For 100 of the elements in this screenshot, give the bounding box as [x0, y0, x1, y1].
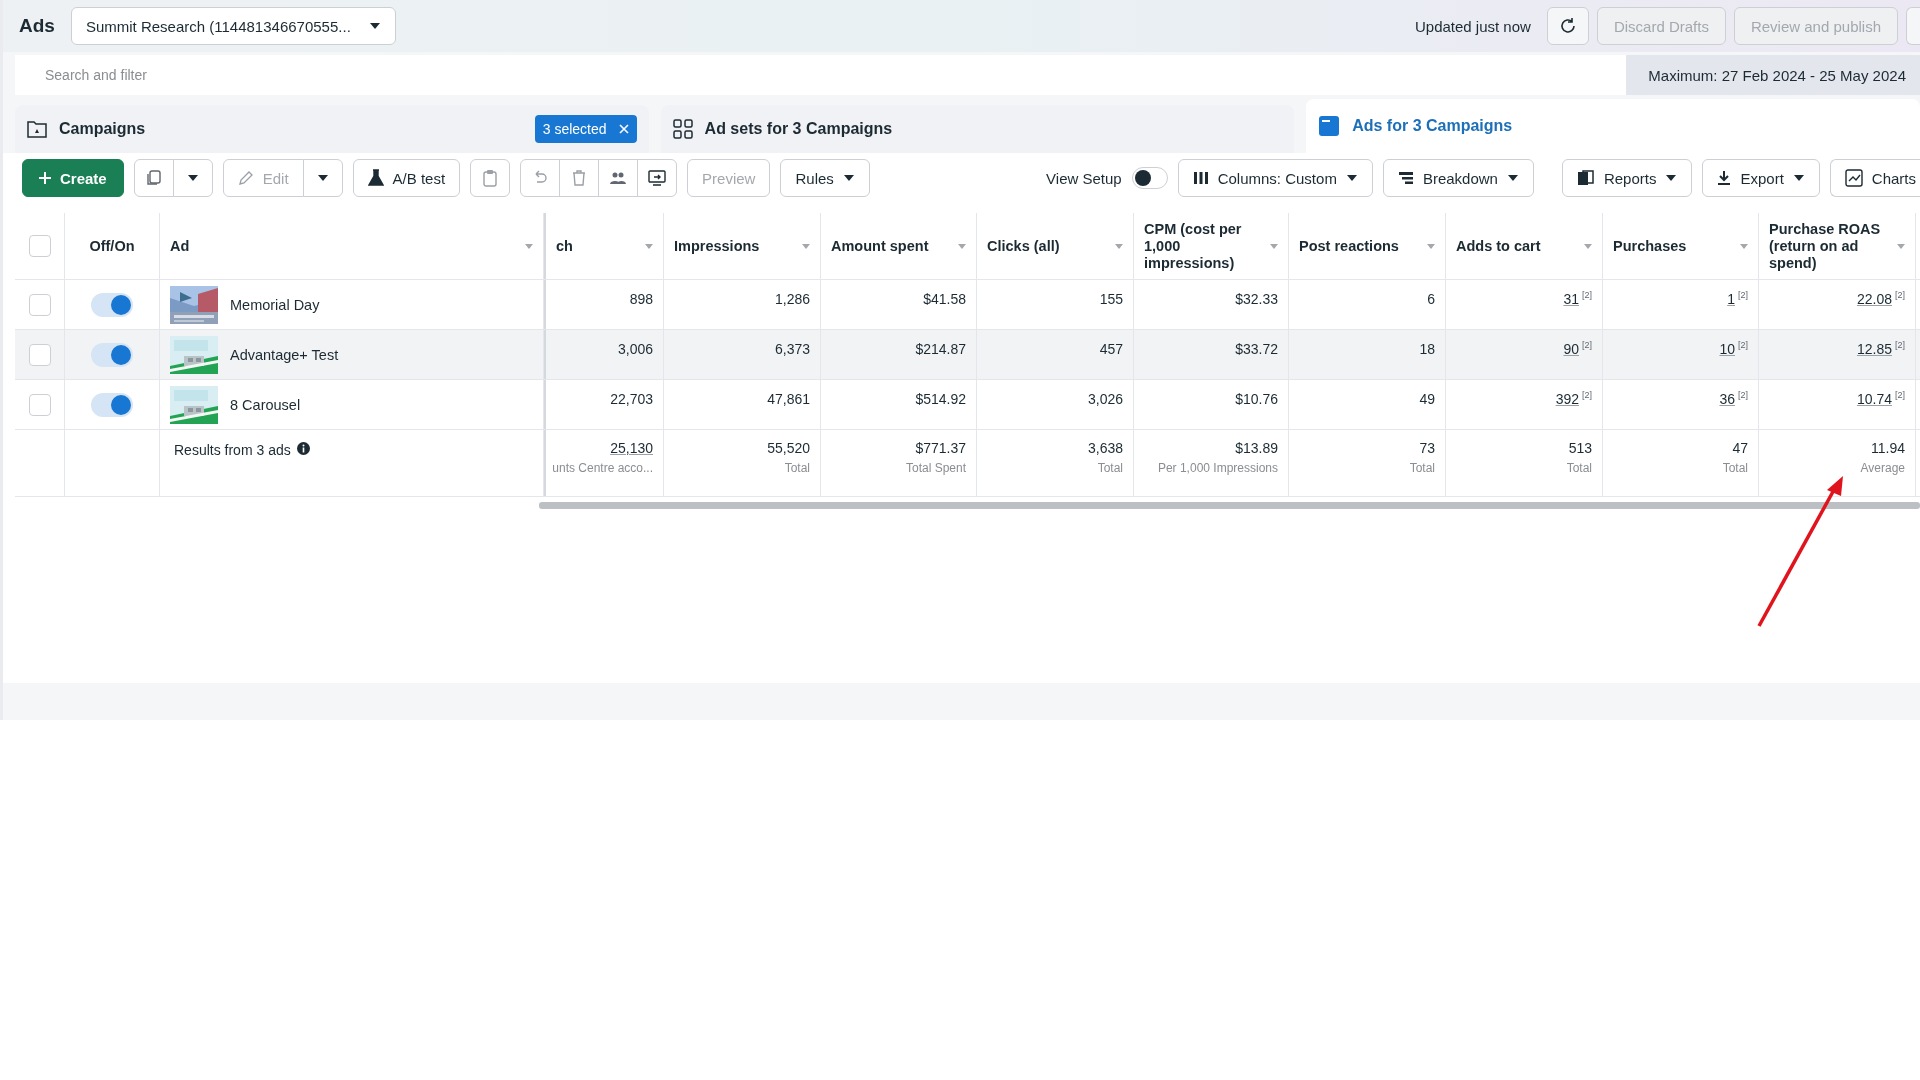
table-cell: $33.72	[1235, 341, 1278, 357]
charts-button[interactable]: Charts	[1829, 159, 1920, 197]
columns-button[interactable]: Columns: Custom	[1177, 159, 1373, 197]
column-header[interactable]: Post reactions	[1299, 237, 1399, 255]
column-header[interactable]: Amount spent	[831, 237, 929, 255]
export-button[interactable]: Export	[1702, 159, 1820, 197]
total-value: 47	[1732, 440, 1748, 456]
tab[interactable]: Ads for 3 Campaigns	[1306, 99, 1920, 153]
view-setup-label: View Setup	[1046, 169, 1122, 187]
metric-link[interactable]: 31	[1563, 291, 1579, 307]
metric-link[interactable]: 90	[1563, 341, 1579, 357]
caret-icon	[186, 174, 199, 182]
table-cell: 457	[1099, 341, 1123, 357]
column-header[interactable]: Purchase ROAS (return on ad spend)	[1769, 220, 1893, 272]
total-value: 3,638	[1087, 440, 1123, 456]
caret-icon	[368, 22, 381, 30]
selection-badge[interactable]: 3 selected	[534, 115, 637, 143]
breakdown-icon	[1397, 171, 1414, 185]
table-cell: 6,373	[774, 341, 810, 357]
metric-link[interactable]: 1	[1727, 291, 1735, 307]
download-icon	[1717, 170, 1732, 186]
footnote-mark: [2]	[1582, 291, 1592, 300]
metric-link[interactable]: 36	[1719, 391, 1735, 407]
create-button[interactable]: Create	[22, 159, 124, 197]
dropdown-button[interactable]	[302, 159, 343, 197]
total-caption: Per 1,000 Impressions	[1157, 461, 1278, 475]
breakdown-button[interactable]: Breakdown	[1382, 159, 1534, 197]
sort-icon[interactable]	[1740, 243, 1748, 249]
duplicate-button[interactable]	[133, 159, 174, 197]
table-cell: $214.87	[915, 341, 966, 357]
account-dropdown[interactable]: Summit Research (114481346670555...	[70, 7, 396, 45]
ad-name[interactable]: Memorial Day	[230, 296, 320, 313]
close-icon[interactable]	[618, 124, 629, 134]
table-cell: 22,703	[610, 391, 653, 407]
view-setup-toggle[interactable]	[1131, 167, 1168, 189]
clipboard-button[interactable]	[470, 159, 511, 197]
column-header[interactable]: Impressions	[674, 237, 760, 255]
trash-icon	[572, 170, 587, 186]
column-header[interactable]: Clicks (all)	[987, 237, 1060, 255]
ab-test-button[interactable]: A/B test	[352, 159, 461, 197]
refresh-button[interactable]	[1546, 7, 1589, 45]
sort-icon[interactable]	[645, 243, 653, 249]
date-range-picker[interactable]: Maximum: 27 Feb 2024 - 25 May 2024	[1626, 55, 1920, 95]
table-cell: 3,026	[1087, 391, 1123, 407]
total-caption: unts Centre acco...	[552, 461, 653, 475]
sort-icon[interactable]	[525, 243, 533, 249]
toggle-switch[interactable]	[91, 392, 133, 417]
info-icon[interactable]	[296, 442, 310, 455]
metric-link[interactable]: 392	[1555, 391, 1579, 407]
select-all-checkbox[interactable]	[28, 235, 51, 257]
tab[interactable]: Campaigns 3 selected	[15, 105, 649, 153]
reports-button[interactable]: Reports	[1561, 159, 1693, 197]
column-header[interactable]: Purchases	[1613, 237, 1687, 255]
sort-icon[interactable]	[1427, 243, 1435, 249]
undo-button[interactable]	[520, 159, 561, 197]
footnote-mark: [2]	[1582, 341, 1592, 350]
row-checkbox[interactable]	[28, 393, 51, 416]
grid-icon	[672, 119, 693, 139]
table-cell: 47,861	[767, 391, 810, 407]
scrollbar[interactable]	[539, 502, 1920, 509]
sort-icon[interactable]	[1584, 243, 1592, 249]
sort-icon[interactable]	[1115, 243, 1123, 249]
ad-name[interactable]: Advantage+ Test	[230, 346, 339, 363]
toggle-switch[interactable]	[91, 342, 133, 367]
rules-button[interactable]: Rules	[780, 159, 870, 197]
table-cell: $41.58	[923, 291, 966, 307]
column-header[interactable]: Adds to cart	[1456, 237, 1541, 255]
plus-icon	[39, 172, 51, 184]
column-header[interactable]: ch	[556, 237, 573, 255]
column-header[interactable]: Off/On	[65, 213, 160, 279]
reports-icon	[1576, 170, 1595, 186]
footnote-mark: [2]	[1895, 391, 1905, 400]
table-cell: 18	[1419, 341, 1435, 357]
results-summary: Results from 3 ads	[174, 442, 291, 458]
ad-name[interactable]: 8 Carousel	[230, 396, 301, 413]
metric-link[interactable]: 10	[1719, 341, 1735, 357]
sort-icon[interactable]	[802, 243, 810, 249]
table-cell: $32.33	[1235, 291, 1278, 307]
row-checkbox[interactable]	[28, 293, 51, 316]
more-button[interactable]	[1906, 7, 1920, 45]
search-field[interactable]: Search and filter	[15, 55, 1627, 95]
metric-link[interactable]: 10.74	[1856, 391, 1892, 407]
row-checkbox[interactable]	[28, 343, 51, 366]
dropdown-button[interactable]	[172, 159, 213, 197]
total-value: $771.37	[915, 440, 966, 456]
share-button[interactable]	[637, 159, 678, 197]
footnote-mark: [2]	[1738, 391, 1748, 400]
column-header[interactable]: Ad	[170, 238, 513, 254]
sort-icon[interactable]	[1897, 243, 1905, 249]
total-value[interactable]: 25,130	[610, 440, 653, 456]
metric-link[interactable]: 12.85	[1856, 341, 1892, 357]
toggle-switch[interactable]	[91, 292, 133, 317]
people-icon	[609, 170, 628, 186]
tab[interactable]: Ad sets for 3 Campaigns	[660, 105, 1295, 153]
table-cell: 6	[1427, 291, 1435, 307]
sort-icon[interactable]	[958, 243, 966, 249]
column-header[interactable]: CPM (cost per 1,000 impressions)	[1144, 220, 1266, 272]
audience-button[interactable]	[598, 159, 639, 197]
sort-icon[interactable]	[1270, 243, 1278, 249]
metric-link[interactable]: 22.08	[1856, 291, 1892, 307]
